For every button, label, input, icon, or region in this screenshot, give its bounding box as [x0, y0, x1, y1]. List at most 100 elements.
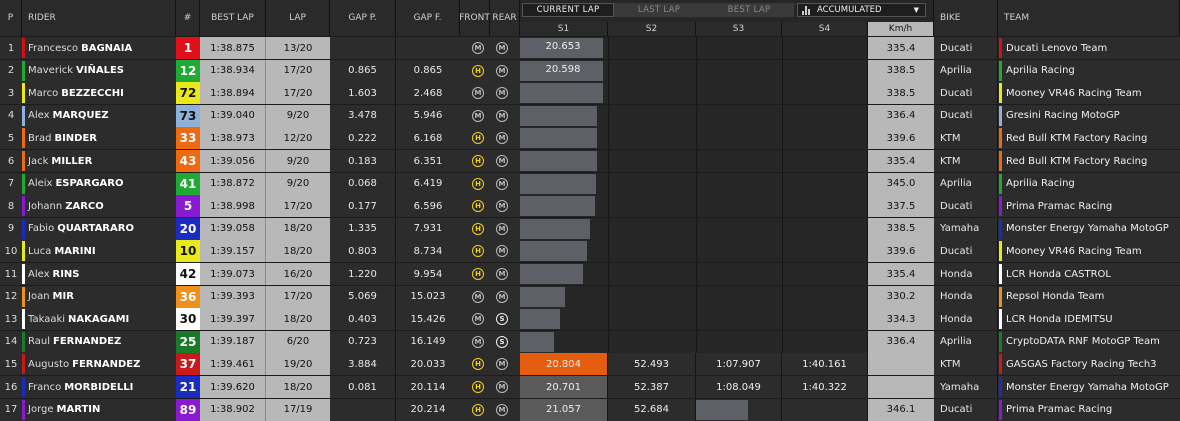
- rider-name[interactable]: Maverick VIÑALES: [22, 59, 176, 82]
- rider-name[interactable]: Fabio QUARTARARO: [22, 217, 176, 240]
- rider-name[interactable]: Marco BEZZECCHI: [22, 82, 176, 105]
- timing-table: P RIDER # BEST LAP LAP GAP P. GAP F. FRO…: [0, 0, 1180, 421]
- rider-last-name: NAKAGAMI: [68, 313, 130, 325]
- rider-last-name: MARQUEZ: [52, 110, 109, 122]
- team-label: Prima Pramac Racing: [1006, 200, 1113, 212]
- gap-previous: 1.220: [330, 263, 396, 285]
- sector-progress-fill: [520, 83, 603, 104]
- rider-number: 41: [176, 172, 200, 195]
- team-color-bar: [999, 151, 1002, 171]
- team-color-bar: [999, 196, 1002, 217]
- position: 1: [0, 37, 22, 59]
- gap-first: 6.596: [396, 195, 460, 218]
- position: 8: [0, 195, 22, 218]
- table-row[interactable]: 9 Fabio QUARTARARO 20 1:39.058 18/20 1.3…: [0, 217, 1180, 240]
- position: 6: [0, 150, 22, 172]
- sector-progress-fill: [520, 105, 598, 126]
- sector-s1-time: 20.653: [545, 41, 581, 52]
- team-color-bar: [999, 173, 1002, 194]
- rider-name[interactable]: Jorge MARTIN: [22, 398, 176, 421]
- rider-last-name: MILLER: [51, 155, 93, 167]
- rider-name[interactable]: Alex MARQUEZ: [22, 104, 176, 127]
- sector-s4-time: 1:40.161: [782, 353, 868, 376]
- tyre-compounds: H M: [460, 398, 520, 421]
- table-row[interactable]: 13 Takaaki NAKAGAMI 30 1:39.397 18/20 0.…: [0, 308, 1180, 331]
- table-row[interactable]: 4 Alex MARQUEZ 73 1:39.040 9/20 3.478 5.…: [0, 104, 1180, 127]
- rider-name[interactable]: Francesco BAGNAIA: [22, 37, 176, 59]
- chevron-down-icon: ▼: [913, 6, 919, 14]
- position: 5: [0, 127, 22, 150]
- sector-progress-track: [520, 127, 868, 150]
- team-label: Repsol Honda Team: [1006, 291, 1105, 303]
- team-color-bar: [22, 377, 25, 397]
- position: 12: [0, 285, 22, 308]
- gap-first: 6.419: [396, 172, 460, 195]
- team-color-bar: [22, 60, 25, 81]
- rider-name[interactable]: Raul FERNANDEZ: [22, 330, 176, 353]
- rider-name[interactable]: Jack MILLER: [22, 150, 176, 172]
- rider-name[interactable]: Augusto FERNANDEZ: [22, 353, 176, 376]
- rider-name[interactable]: Brad BINDER: [22, 127, 176, 150]
- rider-name[interactable]: Johann ZARCO: [22, 195, 176, 218]
- team-color-bar: [22, 151, 25, 171]
- rider-name[interactable]: Alex RINS: [22, 263, 176, 285]
- rider-name[interactable]: Aleix ESPARGARO: [22, 172, 176, 195]
- table-row[interactable]: 6 Jack MILLER 43 1:39.056 9/20 0.183 6.3…: [0, 150, 1180, 172]
- rider-last-name: MORBIDELLI: [64, 381, 134, 393]
- table-row[interactable]: 7 Aleix ESPARGARO 41 1:38.872 9/20 0.068…: [0, 172, 1180, 195]
- tyre-compounds: M M: [460, 37, 520, 59]
- team-label: Prima Pramac Racing: [1006, 404, 1113, 416]
- gap-previous: 1.603: [330, 82, 396, 105]
- table-row[interactable]: 11 Alex RINS 42 1:39.073 16/20 1.220 9.9…: [0, 263, 1180, 285]
- rider-number: 1: [176, 37, 200, 59]
- table-row[interactable]: 5 Brad BINDER 33 1:38.973 12/20 0.222 6.…: [0, 127, 1180, 150]
- table-row[interactable]: 15 Augusto FERNANDEZ 37 1:39.461 19/20 3…: [0, 353, 1180, 376]
- bike-make: Honda: [934, 263, 998, 285]
- rider-first-name: Augusto: [28, 358, 70, 370]
- tab-current-lap[interactable]: CURRENT LAP: [522, 3, 614, 17]
- team-name: Mooney VR46 Racing Team: [998, 82, 1180, 105]
- rider-name[interactable]: Luca MARINI: [22, 240, 176, 263]
- rider-number: 36: [176, 285, 200, 308]
- tab-last-lap[interactable]: LAST LAP: [614, 3, 704, 17]
- rear-tyre-icon: M: [496, 177, 508, 190]
- gap-previous: 3.478: [330, 104, 396, 127]
- rider-name[interactable]: Franco MORBIDELLI: [22, 376, 176, 398]
- rider-number: 73: [176, 104, 200, 127]
- gap-previous: 0.177: [330, 195, 396, 218]
- header-number: #: [176, 0, 200, 36]
- rider-last-name: QUARTARARO: [57, 223, 134, 235]
- accumulated-select[interactable]: ACCUMULATED ▼: [797, 3, 926, 17]
- rider-first-name: Brad: [28, 132, 52, 144]
- table-row[interactable]: 10 Luca MARINI 10 1:39.157 18/20 0.803 8…: [0, 240, 1180, 263]
- team-label: CryptoDATA RNF MotoGP Team: [1006, 336, 1160, 348]
- table-row[interactable]: 3 Marco BEZZECCHI 72 1:38.894 17/20 1.60…: [0, 82, 1180, 105]
- table-row[interactable]: 2 Maverick VIÑALES 12 1:38.934 17/20 0.8…: [0, 59, 1180, 82]
- gap-first: 6.168: [396, 127, 460, 150]
- sector-progress-fill: [520, 241, 588, 262]
- table-row[interactable]: 1 Francesco BAGNAIA 1 1:38.875 13/20 M M…: [0, 37, 1180, 59]
- gap-first: 6.351: [396, 150, 460, 172]
- table-row[interactable]: 14 Raul FERNANDEZ 25 1:39.187 6/20 0.723…: [0, 330, 1180, 353]
- rider-first-name: Joan: [28, 291, 50, 303]
- lap-count: 18/20: [266, 308, 330, 331]
- top-speed: 338.5: [868, 59, 934, 82]
- team-color-bar: [22, 309, 25, 330]
- team-color-bar: [999, 286, 1002, 307]
- bike-make: Yamaha: [934, 376, 998, 398]
- table-row[interactable]: 8 Johann ZARCO 5 1:38.998 17/20 0.177 6.…: [0, 195, 1180, 218]
- team-color-bar: [999, 331, 1002, 352]
- table-row[interactable]: 12 Joan MIR 36 1:39.393 17/20 5.069 15.0…: [0, 285, 1180, 308]
- sector-progress-track: 20.598: [520, 59, 868, 82]
- rider-name[interactable]: Joan MIR: [22, 285, 176, 308]
- rider-name[interactable]: Takaaki NAKAGAMI: [22, 308, 176, 331]
- gap-previous: 0.183: [330, 150, 396, 172]
- bike-make: Yamaha: [934, 217, 998, 240]
- gap-previous: 0.068: [330, 172, 396, 195]
- header-bike: BIKE: [934, 0, 998, 36]
- table-row[interactable]: 17 Jorge MARTIN 89 1:38.902 17/19 20.214…: [0, 398, 1180, 421]
- tab-best-lap[interactable]: BEST LAP: [704, 3, 794, 17]
- sector-progress-track: [520, 308, 868, 331]
- lap-count: 17/20: [266, 195, 330, 218]
- table-row[interactable]: 16 Franco MORBIDELLI 21 1:39.620 18/20 0…: [0, 376, 1180, 398]
